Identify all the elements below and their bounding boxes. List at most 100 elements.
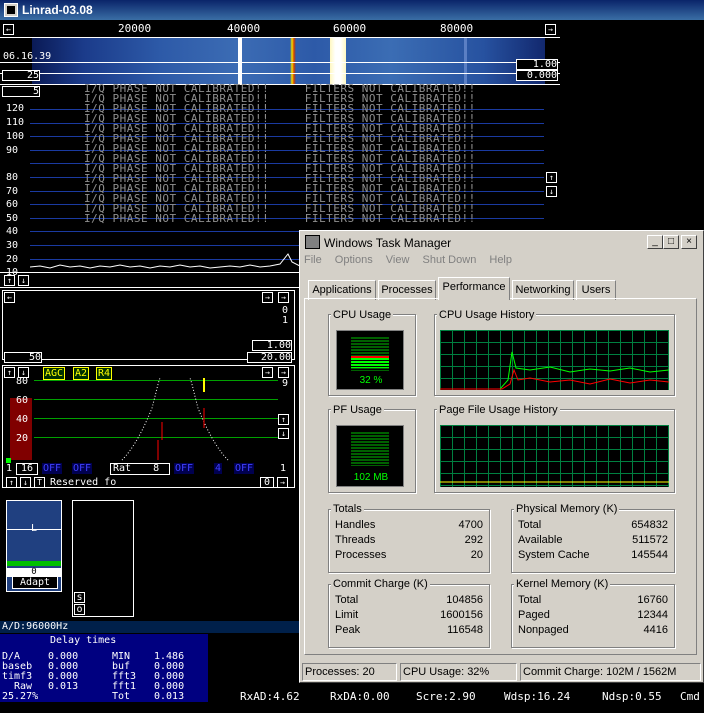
waterfall-time: 06.16.39 [3, 51, 52, 62]
reserved-label: Reserved fo [50, 477, 117, 488]
status-scre: Scre:2.90 [416, 690, 476, 703]
baseband-left-value[interactable]: 50 [4, 352, 42, 363]
baseband-left-icon[interactable]: ← [4, 292, 15, 303]
off-button[interactable]: OFF [234, 463, 255, 474]
waterfall[interactable] [32, 38, 545, 84]
pf-history-label: Page File Usage History [437, 404, 560, 416]
y-tick: 60 [6, 199, 19, 210]
tab-applications[interactable]: Applications [308, 280, 376, 300]
agc-up-icon[interactable]: ↑ [4, 367, 15, 378]
off-button[interactable]: OFF [174, 463, 195, 474]
rat-value: 8 [153, 463, 160, 474]
spectrum-down-icon[interactable]: ↓ [18, 275, 29, 286]
linrad-status-line: RxAD:4.62 RxDA:0.00 Scre:2.90 Wdsp:16.24… [240, 690, 704, 704]
close-button[interactable]: × [681, 235, 697, 249]
freq-tick: 60000 [333, 22, 367, 35]
physical-available-value: 511572 [632, 534, 668, 546]
minimize-button[interactable]: _ [647, 235, 663, 249]
y-tick: 40 [6, 226, 19, 237]
kernel-nonpaged-value: 4416 [643, 624, 668, 636]
waterfall-avg[interactable]: 25 [2, 70, 40, 81]
menu-options[interactable]: Options [335, 254, 373, 266]
adapt-button[interactable]: Adapt [12, 576, 58, 589]
calibration-warning: I/Q PHASE NOT CALIBRATED!! FILTERS NOT C… [84, 212, 476, 225]
baseband-right-icon[interactable]: → [262, 292, 273, 303]
cpu-usage-value: 32 % [359, 375, 383, 386]
agc-scroll-down-icon[interactable]: ↓ [278, 428, 289, 439]
agc-right-icon[interactable]: → [262, 367, 273, 378]
tab-processes[interactable]: Processes [378, 280, 436, 300]
cpu-history-graph [440, 330, 669, 390]
delay-rows: D/A 0.000 MIN 1.486 baseb 0.000 buf 0.00… [0, 652, 208, 704]
reserved-down-icon[interactable]: ↓ [20, 477, 31, 488]
totals-processes-label: Processes [335, 549, 387, 561]
freq-tick: 20000 [118, 22, 152, 35]
task-manager-app-icon [305, 235, 320, 249]
baseband-right2-icon[interactable]: → [278, 292, 289, 303]
baseband-right-value[interactable]: 20.00 [247, 352, 292, 363]
kernel-total-label: Total [518, 594, 542, 606]
cpu-usage-gauge: 32 % [336, 330, 404, 390]
reserved-t-icon[interactable]: T [34, 477, 45, 488]
y-tick: 20 [6, 254, 19, 265]
delay-cell: 0.013 [154, 691, 185, 702]
pan-left-arrow-icon[interactable]: ← [3, 24, 14, 35]
tab-performance[interactable]: Performance [438, 277, 510, 300]
agc-right2-icon[interactable]: → [278, 367, 289, 378]
kernel-total-value: 16760 [637, 594, 668, 606]
waterfall-gain[interactable]: 1.00 [516, 59, 558, 70]
off-button[interactable]: OFF [72, 463, 93, 474]
kernel-paged-label: Paged [518, 609, 550, 621]
baseband-gain[interactable]: 1.00 [252, 340, 292, 351]
menu-help[interactable]: Help [489, 254, 512, 266]
status-rxad: RxAD:4.62 [240, 690, 300, 703]
reserved-value[interactable]: 0 [260, 477, 274, 488]
commit-limit-label: Limit [335, 609, 359, 621]
scroll-up-icon[interactable]: ↑ [546, 172, 557, 183]
y-tick: 80 [6, 172, 19, 183]
linrad-titlebar[interactable]: Linrad-03.08 [0, 0, 704, 20]
tab-networking[interactable]: Networking [512, 280, 574, 300]
reserved-up-icon[interactable]: ↑ [6, 477, 17, 488]
physical-memory-title: Physical Memory (K) [514, 503, 620, 515]
y-tick: 70 [6, 186, 19, 197]
menu-file[interactable]: File [304, 254, 322, 266]
delay-cell: 0.013 [48, 681, 79, 692]
totals-title: Totals [331, 503, 364, 515]
totals-handles-label: Handles [335, 519, 376, 531]
tab-users[interactable]: Users [576, 280, 616, 300]
reserved-right-icon[interactable]: → [277, 477, 288, 488]
status-processes: Processes: 20 [302, 663, 397, 681]
o-button[interactable]: o [74, 604, 85, 615]
commit-peak-row: Peak 116548 [335, 623, 483, 638]
waterfall-offset[interactable]: 0.000 [516, 70, 558, 81]
control-value-box[interactable]: 16 [16, 463, 38, 475]
spectrum-up-icon[interactable]: ↑ [4, 275, 15, 286]
scroll-down-icon[interactable]: ↓ [546, 186, 557, 197]
commit-charge-title: Commit Charge (K) [331, 578, 430, 590]
off-button[interactable]: OFF [42, 463, 63, 474]
divider [0, 287, 300, 288]
menu-shut-down[interactable]: Shut Down [423, 254, 477, 266]
cpu-history-chart [440, 351, 669, 390]
commit-limit-row: Limit 1600156 [335, 608, 483, 623]
task-manager-titlebar[interactable]: Windows Task Manager _ □ × [302, 233, 701, 252]
menu-view[interactable]: View [386, 254, 410, 266]
calibration-warnings: I/Q PHASE NOT CALIBRATED!! FILTERS NOT C… [84, 83, 544, 225]
task-manager-statusbar: Processes: 20 CPU Usage: 32% Commit Char… [302, 663, 701, 682]
value-button[interactable]: 4 [214, 463, 223, 474]
s-meter-bar [10, 398, 32, 460]
kernel-nonpaged-row: Nonpaged 4416 [518, 623, 668, 638]
control-value: 1 [280, 463, 287, 474]
totals-handles-value: 4700 [458, 519, 483, 531]
agc-scroll-up-icon[interactable]: ↑ [278, 414, 289, 425]
y-tick: 100 [6, 131, 25, 142]
agc-tick: 60 [16, 395, 29, 406]
pan-right-arrow-icon[interactable]: → [545, 24, 556, 35]
s-button[interactable]: s [74, 592, 85, 603]
maximize-button[interactable]: □ [663, 235, 679, 249]
status-ndsp: Ndsp:0.55 [602, 690, 662, 703]
rat-box[interactable]: Rat 8 [110, 463, 170, 475]
y-tick: 30 [6, 240, 19, 251]
totals-threads-row: Threads 292 [335, 533, 483, 548]
